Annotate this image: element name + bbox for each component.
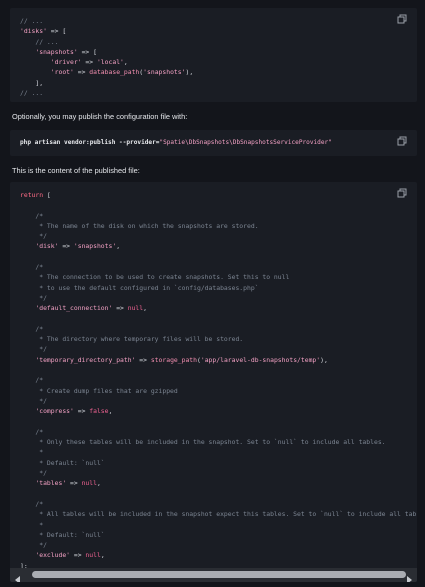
instruction-text-publish: Optionally, you may publish the configur… (12, 112, 188, 121)
code-content: // ...'disks' => [ // ... 'snapshots' =>… (20, 16, 417, 98)
arrow-left-icon[interactable] (14, 571, 22, 582)
code-line: 'snapshots' => [ (35, 47, 97, 56)
code-line: ​ (20, 200, 417, 210)
code-line: */ (20, 232, 47, 241)
scrollbar-thumb[interactable] (32, 571, 406, 578)
horizontal-scrollbar[interactable] (10, 568, 417, 582)
code-line: * The directory where temporary files wi… (20, 335, 244, 344)
code-line: * The connection to be used to create sn… (20, 273, 290, 282)
code-line: 'temporary_directory_path' => storage_pa… (35, 355, 328, 364)
code-block-config-file: return [​ /* * The name of the disk on w… (10, 182, 417, 582)
code-line: * (20, 520, 44, 529)
code-line: /* (20, 499, 44, 508)
code-block-publish-command: php artisan vendor:publish --provider="S… (10, 130, 417, 156)
code-line: */ (20, 293, 47, 302)
code-line: 'disks' => [ (20, 27, 67, 36)
command-text: php artisan vendor:publish --provider="S… (20, 138, 417, 148)
code-line: // ... (20, 89, 44, 98)
code-line: return [ (20, 191, 51, 199)
code-line: // ... (20, 37, 59, 46)
copy-icon[interactable] (397, 136, 407, 146)
code-line: 'compress' => false, (35, 407, 113, 416)
code-line: 'root' => database_path('snapshots'), (50, 68, 194, 77)
code-line: 'driver' => 'local', (50, 58, 128, 67)
code-line: */ (20, 345, 47, 354)
code-line: ​ (20, 314, 417, 324)
instruction-text-published-file: This is the content of the published fil… (12, 166, 140, 175)
code-line: ], (20, 78, 44, 87)
code-line: */ (20, 396, 47, 405)
code-line: * Default: `null` (20, 458, 105, 467)
copy-icon[interactable] (397, 14, 407, 24)
code-line: * Create dump files that are gzipped (20, 386, 178, 395)
code-line: 'default_connection' => null, (35, 304, 147, 313)
code-line: * Only these tables will be included in … (20, 438, 386, 447)
code-line: 'disk' => 'snapshots', (35, 242, 121, 251)
code-block-disks-config: // ...'disks' => [ // ... 'snapshots' =>… (10, 8, 417, 102)
copy-icon[interactable] (397, 188, 407, 198)
code-line: ​ (20, 252, 417, 262)
code-content: return [​ /* * The name of the disk on w… (20, 190, 417, 571)
code-line: /* (20, 324, 44, 333)
code-line: /* (20, 211, 44, 220)
code-line: */ (20, 469, 47, 478)
code-line: * All tables will be included in the sna… (20, 510, 417, 519)
code-line: ​ (20, 365, 417, 375)
code-line: /* (20, 427, 44, 436)
code-line: /* (20, 263, 44, 272)
command-line: php artisan vendor:publish --provider="S… (20, 139, 332, 146)
code-line: ​ (20, 417, 417, 427)
code-line: // ... (20, 17, 44, 25)
code-line: * to use the default configured in `conf… (20, 283, 259, 292)
code-line: ​ (20, 489, 417, 499)
code-line: /* (20, 376, 44, 385)
code-line: * (20, 448, 44, 457)
code-line: * Default: `null` (20, 530, 105, 539)
code-line: */ (20, 541, 47, 550)
code-line: 'exclude' => null, (35, 551, 105, 560)
code-line: 'tables' => null, (35, 479, 101, 488)
arrow-right-icon[interactable] (405, 571, 413, 582)
code-line: * The name of the disk on which the snap… (20, 221, 259, 230)
